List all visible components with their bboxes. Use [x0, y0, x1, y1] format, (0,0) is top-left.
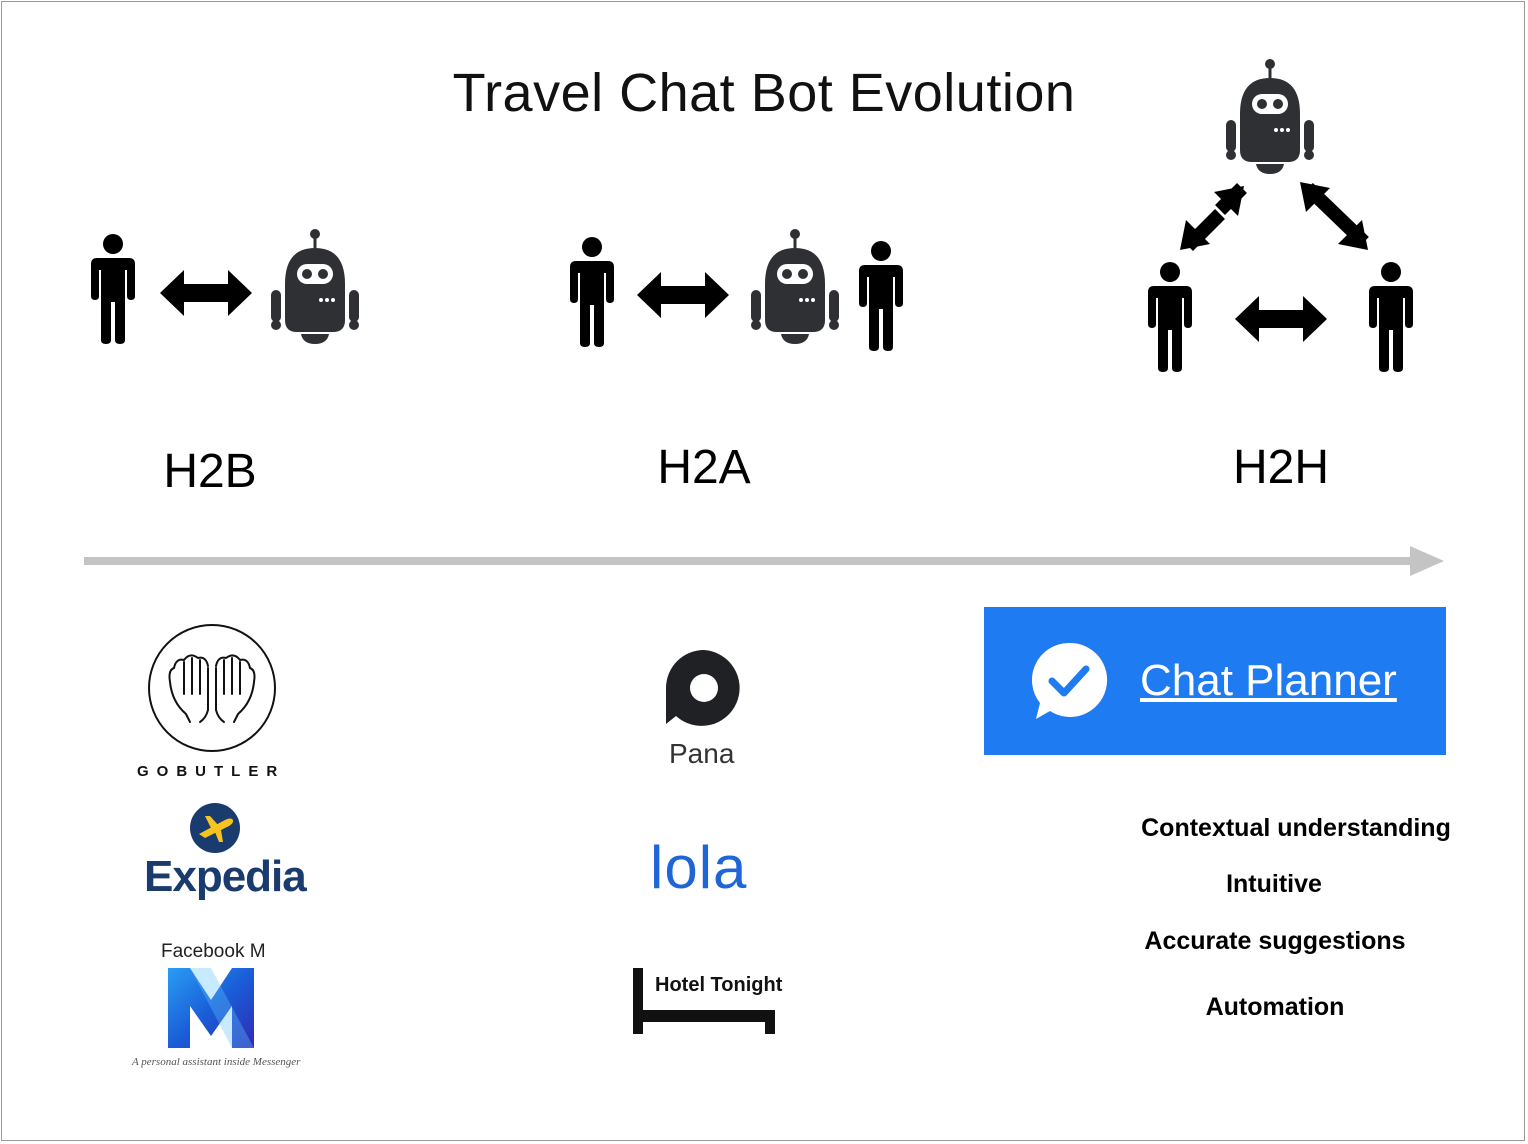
- double-arrow-icon: [637, 272, 729, 318]
- robot-icon: [269, 228, 361, 348]
- pana-logo-icon: [666, 650, 740, 726]
- facebook-m-tagline: A personal assistant inside Messenger: [132, 1056, 301, 1068]
- feature-item: Intuitive: [1226, 870, 1322, 898]
- person-icon: [91, 234, 135, 344]
- feature-item: Automation: [1205, 993, 1345, 1021]
- expedia-globe-icon: [190, 803, 240, 853]
- gobutler-wordmark: GOBUTLER: [137, 763, 286, 780]
- double-arrow-icon: [160, 270, 252, 316]
- gobutler-logo: [148, 624, 276, 752]
- person-icon: [1148, 262, 1192, 372]
- facebook-m-title: Facebook M: [161, 941, 266, 962]
- person-icon: [859, 241, 903, 351]
- robot-icon: [749, 228, 841, 348]
- timeline-arrow: [84, 546, 1444, 576]
- feature-item: Accurate suggestions: [1144, 927, 1406, 955]
- chat-planner-link[interactable]: Chat Planner: [1140, 656, 1397, 706]
- pana-wordmark: Pana: [669, 738, 735, 769]
- robot-icon: [1224, 58, 1316, 178]
- stage-label-h2a: H2A: [657, 441, 751, 494]
- stage-label-h2h: H2H: [1232, 441, 1330, 494]
- lola-wordmark: lola: [650, 834, 748, 901]
- facebook-m-logo: [168, 968, 254, 1048]
- expedia-wordmark: Expedia: [144, 852, 307, 901]
- chat-planner-check-icon: [1031, 642, 1108, 719]
- feature-item: Contextual understanding: [1141, 814, 1451, 842]
- diagonal-arrow-right-icon: [1300, 182, 1369, 250]
- person-icon: [1369, 262, 1413, 372]
- stage-label-h2b: H2B: [163, 445, 257, 498]
- person-icon: [570, 237, 614, 347]
- diagonal-arrow-left-icon: [1180, 183, 1247, 251]
- hotel-tonight-wordmark: Hotel Tonight: [655, 974, 783, 996]
- double-arrow-icon: [1235, 296, 1327, 342]
